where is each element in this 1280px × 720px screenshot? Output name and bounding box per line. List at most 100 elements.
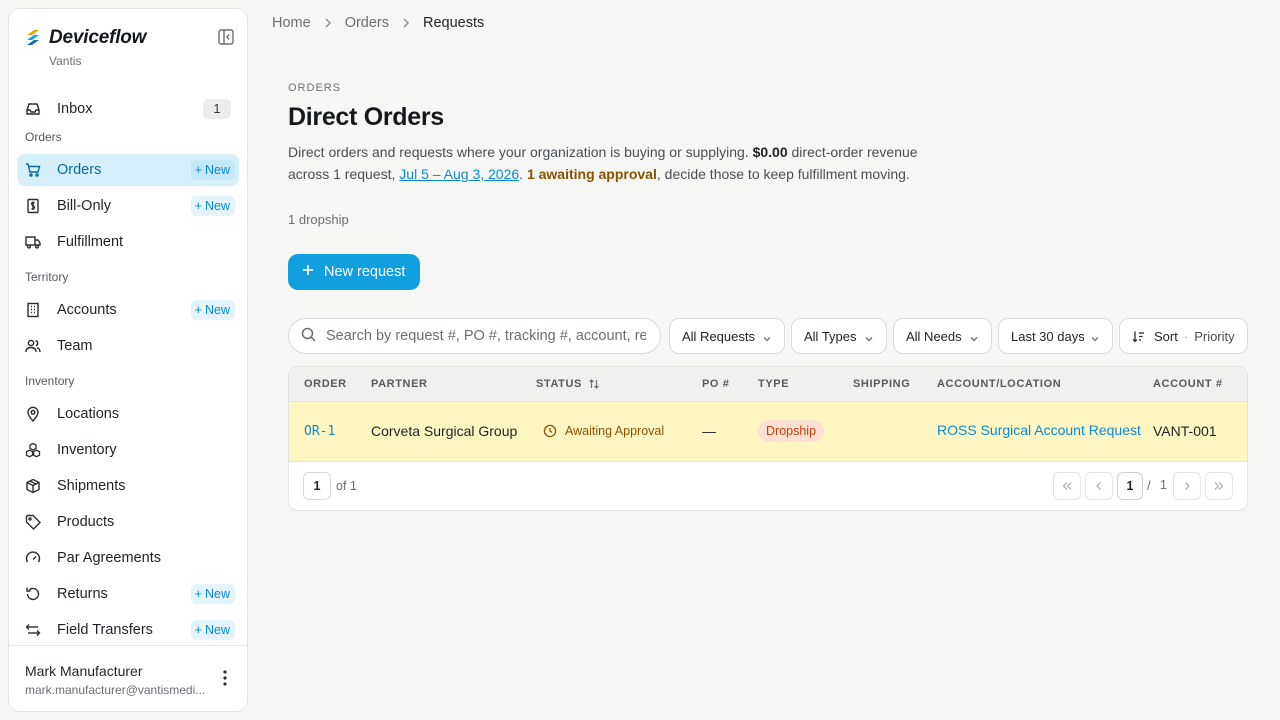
- new-bill-only-button[interactable]: + New: [190, 196, 235, 216]
- chevron-right-icon: [324, 17, 332, 29]
- type-badge: Dropship: [758, 420, 825, 442]
- sidebar-item-label: Field Transfers: [57, 622, 153, 638]
- plus-icon: +: [194, 303, 202, 317]
- new-account-button[interactable]: + New: [190, 300, 235, 320]
- column-header-account-location[interactable]: ACCOUNT/LOCATION: [937, 378, 1061, 390]
- status-badge: Awaiting Approval: [537, 419, 670, 443]
- column-header-status[interactable]: STATUS: [536, 378, 600, 390]
- sidebar-item-orders[interactable]: Orders + New: [17, 154, 239, 186]
- filter-types-select[interactable]: All Types: [791, 318, 887, 354]
- next-page-icon[interactable]: [1173, 472, 1201, 500]
- plus-icon: +: [194, 199, 202, 213]
- sidebar-item-label: Shipments: [57, 478, 126, 494]
- org-name: Vantis: [49, 54, 82, 68]
- date-range-link[interactable]: Jul 5 – Aug 3, 2026: [399, 166, 519, 182]
- sidebar-item-label: Locations: [57, 406, 120, 422]
- table-row[interactable]: OR-1 Corveta Surgical Group Awaiting App…: [289, 402, 1247, 462]
- breadcrumb-home[interactable]: Home: [272, 15, 311, 31]
- previous-page-icon[interactable]: [1085, 472, 1113, 500]
- order-id-link[interactable]: OR-1: [304, 424, 335, 439]
- sidebar-item-returns[interactable]: Returns + New: [17, 578, 239, 610]
- section-label-orders: Orders: [25, 130, 62, 144]
- sidebar-item-label: Fulfillment: [57, 234, 124, 250]
- sidebar-item-field-transfers[interactable]: Field Transfers + New: [17, 614, 239, 646]
- sidebar-item-shipments[interactable]: Shipments: [17, 470, 239, 502]
- chevron-down-icon: [1090, 332, 1100, 347]
- user-name: Mark Manufacturer: [25, 663, 143, 679]
- page-count-text: of 1: [336, 479, 357, 493]
- truck-icon: [25, 234, 41, 250]
- search-input[interactable]: [326, 328, 646, 344]
- breadcrumb: Home Orders Requests: [272, 15, 484, 31]
- breadcrumb-requests: Requests: [423, 15, 485, 31]
- user-profile[interactable]: Mark Manufacturer mark.manufacturer@vant…: [9, 645, 247, 711]
- po-number: —: [702, 423, 716, 439]
- sidebar-item-inbox[interactable]: Inbox 1: [17, 93, 239, 125]
- sidebar-item-par-agreements[interactable]: Par Agreements: [17, 542, 239, 574]
- inbox-count-badge: 1: [203, 99, 231, 119]
- current-page-input[interactable]: 1: [1117, 472, 1143, 500]
- filter-period-select[interactable]: Last 30 days: [998, 318, 1113, 354]
- column-header-account-number[interactable]: ACCOUNT #: [1153, 378, 1223, 390]
- app-name: Deviceflow: [49, 27, 147, 48]
- filter-requests-select[interactable]: All Requests: [669, 318, 785, 354]
- page-description: Direct orders and requests where your or…: [288, 144, 918, 182]
- first-page-icon[interactable]: [1053, 472, 1081, 500]
- sidebar-item-team[interactable]: Team: [17, 330, 239, 362]
- new-order-button[interactable]: + New: [190, 160, 235, 180]
- collapse-sidebar-icon[interactable]: [217, 28, 235, 46]
- users-icon: [25, 338, 41, 354]
- sidebar-item-label: Inventory: [57, 442, 117, 458]
- deviceflow-logo-icon: [25, 29, 41, 47]
- new-field-transfer-button[interactable]: + New: [190, 620, 235, 640]
- page-size-select[interactable]: 1: [303, 472, 331, 500]
- page-eyebrow: ORDERS: [288, 82, 342, 94]
- sidebar-item-label: Bill-Only: [57, 198, 111, 214]
- building-icon: [25, 302, 41, 318]
- chevron-down-icon: [762, 332, 772, 347]
- sidebar-item-fulfillment[interactable]: Fulfillment: [17, 226, 239, 258]
- bill-icon: [25, 198, 41, 214]
- inbox-icon: [25, 101, 41, 117]
- column-header-type[interactable]: TYPE: [758, 378, 789, 390]
- table-pagination: 1 of 1 1 / 1: [289, 463, 1247, 510]
- sidebar: Deviceflow Vantis Inbox 1 Orders Orders …: [8, 8, 248, 712]
- filter-needs-select[interactable]: All Needs: [893, 318, 992, 354]
- account-location-link[interactable]: ROSS Surgical Account Request: [937, 422, 1141, 438]
- plus-icon: +: [194, 623, 202, 637]
- sort-arrows-icon[interactable]: [588, 378, 600, 390]
- sidebar-item-label: Products: [57, 514, 115, 530]
- arrows-left-right-icon: [25, 622, 41, 638]
- column-header-po[interactable]: PO #: [702, 378, 729, 390]
- chevron-down-icon: [864, 332, 874, 347]
- sidebar-item-locations[interactable]: Locations: [17, 398, 239, 430]
- column-header-partner[interactable]: PARTNER: [371, 378, 428, 390]
- sort-button[interactable]: Sort · Priority: [1119, 318, 1248, 354]
- new-return-button[interactable]: + New: [190, 584, 235, 604]
- brand[interactable]: Deviceflow: [25, 27, 146, 49]
- search-icon: [301, 327, 316, 345]
- sidebar-item-label: Orders: [57, 162, 102, 178]
- account-number: VANT-001: [1153, 423, 1217, 439]
- sidebar-item-inventory[interactable]: Inventory: [17, 434, 239, 466]
- plus-icon: +: [194, 587, 202, 601]
- column-header-order[interactable]: ORDER: [304, 378, 347, 390]
- breadcrumb-orders[interactable]: Orders: [345, 15, 389, 31]
- table-header: ORDER PARTNER STATUS PO # TYPE SHIPPING …: [289, 367, 1247, 402]
- tag-icon: [25, 514, 41, 530]
- section-label-territory: Territory: [25, 270, 69, 284]
- more-vertical-icon[interactable]: [217, 668, 233, 688]
- sidebar-item-products[interactable]: Products: [17, 506, 239, 538]
- page-title: Direct Orders: [288, 103, 444, 131]
- column-header-shipping[interactable]: SHIPPING: [853, 378, 910, 390]
- awaiting-approval-count: 1 awaiting approval: [526, 166, 657, 182]
- last-page-icon[interactable]: [1205, 472, 1233, 500]
- sidebar-item-label: Team: [57, 338, 93, 354]
- sort-icon: [1132, 330, 1145, 343]
- new-request-button[interactable]: New request: [288, 254, 420, 290]
- sidebar-item-accounts[interactable]: Accounts + New: [17, 294, 239, 326]
- sidebar-item-bill-only[interactable]: Bill-Only + New: [17, 190, 239, 222]
- total-pages: 1: [1160, 478, 1167, 492]
- search-box[interactable]: [288, 318, 661, 354]
- orders-table: ORDER PARTNER STATUS PO # TYPE SHIPPING …: [288, 366, 1248, 511]
